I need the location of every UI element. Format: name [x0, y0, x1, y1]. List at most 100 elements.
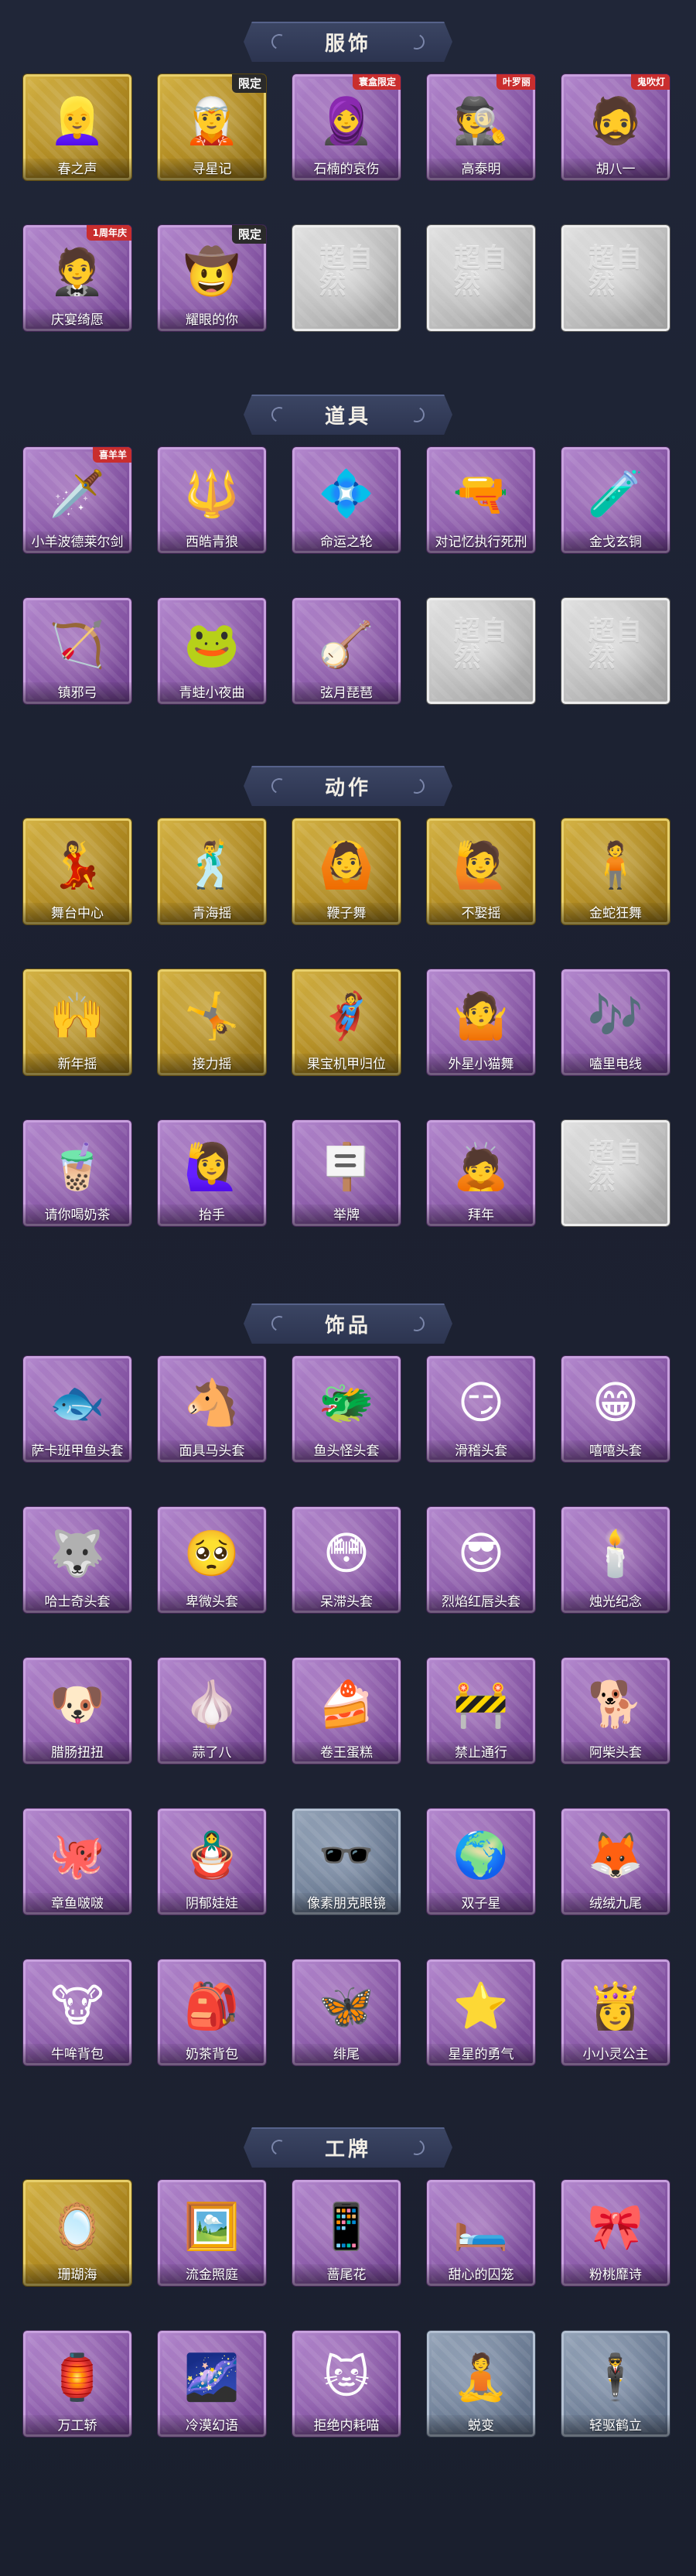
item-label: 拒绝内耗喵 — [292, 2415, 401, 2437]
item-card[interactable]: 🪆 阴郁娃娃 — [158, 1809, 266, 1915]
nine-tail-accessory-icon: 🦊 — [587, 1829, 644, 1882]
adventurer-costume-icon: 🧝 — [183, 94, 241, 148]
item-card[interactable]: 🥺 卑微头套 — [158, 1507, 266, 1613]
husky-headgear-icon: 🐺 — [49, 1527, 106, 1580]
item-card[interactable]: 🕶️ 像素朋克眼镜 — [292, 1809, 401, 1915]
item-card[interactable]: 🧕 寰盒限定 石楠的哀伤 — [292, 74, 401, 180]
item-card[interactable]: 🐟 萨卡班甲鱼头套 — [23, 1356, 131, 1462]
pistol-icon: 🔫 — [452, 467, 510, 521]
item-card[interactable]: 🧘 蜕变 — [427, 2331, 535, 2437]
item-card[interactable]: 🖼️ 流金照庭 — [158, 2180, 266, 2286]
item-card[interactable]: 🐸 青蛙小夜曲 — [158, 598, 266, 704]
section-title: 道具 — [324, 405, 371, 429]
item-card[interactable]: 🙌 新年摇 — [23, 969, 131, 1075]
item-card[interactable]: 超自然 — [561, 598, 670, 704]
item-label: 绯尾 — [292, 2044, 401, 2065]
item-card[interactable]: 🔱 西皓青狼 — [158, 447, 266, 553]
item-card[interactable]: 😎 烈焰红唇头套 — [427, 1507, 535, 1613]
item-card[interactable]: 🦋 绯尾 — [292, 1959, 401, 2065]
item-card[interactable]: 🦊 绒绒九尾 — [561, 1809, 670, 1915]
item-card[interactable]: 🕴️ 轻驱鹤立 — [561, 2331, 670, 2437]
item-card[interactable]: 🧝 限定 寻星记 — [158, 74, 266, 180]
sweetheart-cage-badge-icon: 🛏️ — [452, 2200, 510, 2253]
dance-pose-icon: 🙆 — [318, 839, 375, 892]
item-label: 镇邪弓 — [23, 682, 131, 704]
item-card[interactable]: 🏮 万工轿 — [23, 2331, 131, 2437]
item-card[interactable]: 😳 呆滞头套 — [292, 1507, 401, 1613]
item-label: 金戈玄铜 — [561, 531, 670, 553]
item-card[interactable]: 🧋 请你喝奶茶 — [23, 1120, 131, 1226]
item-card[interactable]: ⭐ 星星的勇气 — [427, 1959, 535, 2065]
item-badge: 1周年庆 — [86, 225, 131, 241]
item-card[interactable]: 🤠 限定 耀眼的你 — [158, 225, 266, 331]
item-label: 烈焰红唇头套 — [427, 1591, 535, 1613]
item-card[interactable]: 🐶 腊肠扭扭 — [23, 1658, 131, 1764]
item-card[interactable]: 🙋‍♀️ 抬手 — [158, 1120, 266, 1226]
placeholder-logo-icon: 超自然 — [589, 243, 643, 301]
item-card[interactable]: 🙇 拜年 — [427, 1120, 535, 1226]
dance-pose-icon: 🤷 — [452, 989, 510, 1043]
item-card[interactable]: 🦸 果宝机甲归位 — [292, 969, 401, 1075]
item-card[interactable]: 超自然 — [427, 598, 535, 704]
item-card[interactable]: 🍰 卷王蛋糕 — [292, 1658, 401, 1764]
item-card[interactable]: 🤷 外星小猫舞 — [427, 969, 535, 1075]
item-card[interactable]: 🔫 对记忆执行死刑 — [427, 447, 535, 553]
item-card[interactable]: 🧍 金蛇狂舞 — [561, 818, 670, 924]
item-card[interactable]: 🏹 镇邪弓 — [23, 598, 131, 704]
item-card[interactable]: 🕵️ 叶罗丽 高泰明 — [427, 74, 535, 180]
pipa-icon: 🪕 — [318, 618, 375, 671]
item-label: 章鱼啵啵 — [23, 1893, 131, 1915]
item-card[interactable]: 🧔 鬼吹灯 胡八一 — [561, 74, 670, 180]
item-card[interactable]: 🐮 牛哞背包 — [23, 1959, 131, 2065]
shiba-headgear-icon: 🐕 — [587, 1678, 644, 1731]
item-card[interactable]: 🪧 举牌 — [292, 1120, 401, 1226]
item-card[interactable]: 🤸 接力摇 — [158, 969, 266, 1075]
item-card[interactable]: 💃 舞台中心 — [23, 818, 131, 924]
item-card[interactable]: 超自然 — [292, 225, 401, 331]
dachshund-headgear-icon: 🐶 — [49, 1678, 106, 1731]
item-card[interactable]: 🪕 弦月琵琶 — [292, 598, 401, 704]
item-card[interactable]: 🛏️ 甜心的囚笼 — [427, 2180, 535, 2286]
item-card[interactable]: 👸 小小灵公主 — [561, 1959, 670, 2065]
sedan-badge-icon: 🏮 — [49, 2351, 106, 2404]
item-card[interactable]: 🐲 鱼头怪头套 — [292, 1356, 401, 1462]
twin-star-accessory-icon: 🌍 — [452, 1829, 510, 1882]
item-card[interactable]: 🐙 章鱼啵啵 — [23, 1809, 131, 1915]
item-card[interactable]: 🕺 青海摇 — [158, 818, 266, 924]
wheel-icon: 💠 — [318, 467, 375, 521]
item-badge: 限定 — [231, 74, 266, 93]
item-card[interactable]: 🐕 阿柴头套 — [561, 1658, 670, 1764]
item-card[interactable]: 🙆 鞭子舞 — [292, 818, 401, 924]
item-card[interactable]: 🎶 嗑里电线 — [561, 969, 670, 1075]
item-card[interactable]: 🤵 1周年庆 庆宴绮愿 — [23, 225, 131, 331]
item-label: 禁止通行 — [427, 1742, 535, 1764]
item-card[interactable]: 🗡️ 喜羊羊 小羊波德莱尔剑 — [23, 447, 131, 553]
item-card[interactable]: 😏 滑稽头套 — [427, 1356, 535, 1462]
item-card[interactable]: 超自然 — [561, 225, 670, 331]
item-card[interactable]: 🧪 金戈玄铜 — [561, 447, 670, 553]
item-card[interactable]: 🎀 粉桃靡诗 — [561, 2180, 670, 2286]
item-card[interactable]: 🌍 双子星 — [427, 1809, 535, 1915]
item-card[interactable]: 📱 蔷尾花 — [292, 2180, 401, 2286]
item-card[interactable]: 👱‍♀️ 春之声 — [23, 74, 131, 180]
placeholder-logo-icon: 超自然 — [589, 1138, 643, 1196]
item-card[interactable]: 💠 命运之轮 — [292, 447, 401, 553]
item-label: 弦月琵琶 — [292, 682, 401, 704]
item-card[interactable]: 超自然 — [427, 225, 535, 331]
item-card[interactable]: 🎒 奶茶背包 — [158, 1959, 266, 2065]
item-card[interactable]: 🚧 禁止通行 — [427, 1658, 535, 1764]
item-card[interactable]: 🐴 面具马头套 — [158, 1356, 266, 1462]
item-label: 庆宴绮愿 — [23, 309, 131, 331]
fish-monster-headgear-icon: 🐲 — [318, 1376, 375, 1430]
bow-icon: 🏹 — [49, 618, 106, 671]
item-card[interactable]: 🙋 不娶摇 — [427, 818, 535, 924]
item-card[interactable]: 🐺 哈士奇头套 — [23, 1507, 131, 1613]
item-card[interactable]: 😁 嘻嘻头套 — [561, 1356, 670, 1462]
item-card[interactable]: 🪞 珊瑚海 — [23, 2180, 131, 2286]
item-card[interactable]: 🕯️ 烛光纪念 — [561, 1507, 670, 1613]
item-card[interactable]: 🐱 拒绝内耗喵 — [292, 2331, 401, 2437]
item-card[interactable]: 超自然 — [561, 1120, 670, 1226]
item-card[interactable]: 🧄 蒜了八 — [158, 1658, 266, 1764]
item-label: 双子星 — [427, 1893, 535, 1915]
item-card[interactable]: 🌌 冷漠幻语 — [158, 2331, 266, 2437]
